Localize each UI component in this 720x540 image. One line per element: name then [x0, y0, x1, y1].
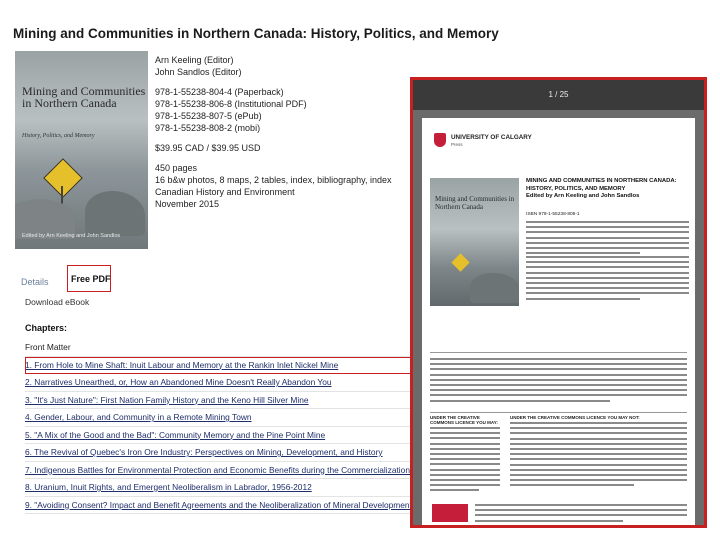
tab-free-pdf[interactable]: Free PDF — [67, 265, 111, 292]
isbn-line: 978-1-55238-806-8 (Institutional PDF) — [155, 99, 307, 109]
university-shield-icon — [434, 133, 446, 147]
detail-line: Canadian History and Environment — [155, 187, 295, 197]
viewer-toolbar: 1 / 25 — [413, 80, 704, 110]
detail-line: 16 b&w photos, 8 maps, 2 tables, index, … — [155, 175, 392, 185]
pdf-viewer[interactable]: 1 / 25 UNIVERSITY OF CALGARY Press Minin… — [410, 77, 707, 528]
licence-may-column: UNDER THE CREATIVE COMMONS LICENCE YOU M… — [430, 413, 500, 494]
press-label: Press — [451, 142, 463, 147]
rock-graphic — [470, 273, 519, 303]
university-logo-badge — [432, 504, 468, 522]
open-access-paragraph — [526, 221, 689, 257]
rock-graphic — [85, 191, 145, 236]
pdf-title: MINING AND COMMUNITIES IN NORTHERN CANAD… — [526, 178, 691, 201]
isbn-line: 978-1-55238-804-4 (Paperback) — [155, 87, 284, 97]
chapters-heading: Chapters: — [25, 323, 68, 333]
licence-columns: UNDER THE CREATIVE COMMONS LICENCE YOU M… — [430, 412, 687, 499]
book-title: Mining and Communities in Northern Canad… — [13, 26, 499, 41]
isbn-line: 978-1-55238-807-5 (ePub) — [155, 111, 262, 121]
pdf-cover-thumbnail: Mining and Communities in Northern Canad… — [430, 178, 519, 306]
pdf-editors: Edited by Arn Keeling and John Sandlos — [526, 193, 640, 199]
acknowledgement-paragraph — [475, 504, 687, 525]
licence-may-not-heading: UNDER THE CREATIVE COMMONS LICENCE YOU M… — [510, 415, 640, 420]
copyright-notice — [430, 352, 687, 408]
editor-name: John Sandlos (Editor) — [155, 67, 242, 77]
pdf-page: UNIVERSITY OF CALGARY Press Mining and C… — [422, 118, 695, 525]
detail-line: November 2015 — [155, 199, 220, 209]
pdf-title-text: MINING AND COMMUNITIES IN NORTHERN CANAD… — [526, 178, 677, 192]
licence-may-not-column: UNDER THE CREATIVE COMMONS LICENCE YOU M… — [510, 413, 687, 489]
isbn-line: 978-1-55238-808-2 (mobi) — [155, 123, 261, 133]
detail-line: 450 pages — [155, 163, 198, 173]
cover-editors: Edited by Arn Keeling and John Sandlos — [22, 233, 121, 239]
price: $39.95 CAD / $39.95 USD — [155, 143, 261, 153]
book-metadata: Arn Keeling (Editor) John Sandlos (Edito… — [155, 54, 391, 218]
cover-art-paragraph — [526, 256, 689, 303]
pdf-cover-title: Mining and Communities in Northern Canad… — [435, 195, 515, 211]
warning-sign-graphic — [451, 253, 470, 272]
page-indicator[interactable]: 1 / 25 — [548, 90, 568, 99]
download-ebook-link[interactable]: Download eBook — [25, 297, 89, 307]
cover-title: Mining and Communities in Northern Canad… — [22, 84, 146, 110]
warning-sign-graphic — [43, 158, 83, 198]
pdf-isbn: ISBN 978-1-55238-805-1 — [526, 212, 580, 217]
licence-may-heading: UNDER THE CREATIVE COMMONS LICENCE YOU M… — [430, 415, 498, 425]
book-cover-image: Mining and Communities in Northern Canad… — [15, 51, 148, 249]
tab-details[interactable]: Details — [21, 277, 49, 287]
publisher-name: UNIVERSITY OF CALGARY — [451, 134, 532, 141]
editor-name: Arn Keeling (Editor) — [155, 55, 234, 65]
cover-subtitle: History, Politics, and Memory — [22, 133, 95, 139]
